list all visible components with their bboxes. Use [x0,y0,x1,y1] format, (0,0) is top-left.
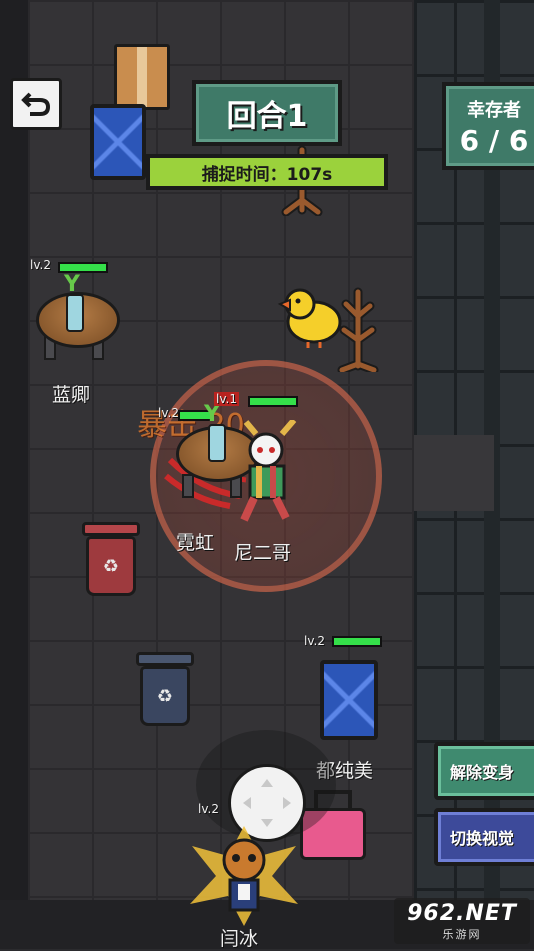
watermark-main-text: 962.NET [407,900,517,926]
health-bar [332,636,382,647]
undisguise-button[interactable]: 解除变身 [434,742,534,800]
recycle-icon: ♻ [86,536,136,596]
trash-bin-blue: ♻ [136,652,194,726]
back-button[interactable] [10,78,62,130]
clown-character [240,420,297,522]
player-level: lv.2 [30,258,51,272]
survivor-count: 6 / 6 [459,124,529,157]
switch-view-button[interactable]: 切换视觉 [434,808,534,866]
round-indicator: 回合1 [192,80,342,146]
player-name-label: 尼二哥 [234,542,292,564]
doorway [414,435,494,511]
duck-prop [277,288,342,348]
player-name-label: 蓝卿 [52,384,91,406]
player-level: lv.2 [198,802,219,816]
player-level: lv.1 [214,392,239,406]
cardboard-box [114,44,170,110]
survivor-label: 幸存者 [467,100,521,121]
recycle-icon: ♻ [140,666,190,726]
health-bar [248,396,298,407]
left-wall [0,0,28,949]
back-arrow-icon [21,92,51,116]
player-level: lv.2 [304,634,325,648]
player-character [190,826,298,926]
watermark-sub-text: 乐游网 [442,927,482,941]
trash-bin-red: ♻ [82,522,140,596]
survivor-panel: 幸存者 6 / 6 [442,82,534,170]
catch-timer: 捕捉时间：107s [146,154,388,190]
blue-panel-prop [90,104,146,180]
player-prop-panel [320,660,378,740]
player-prop-table: lv.2 Y [30,258,124,372]
watermark-logo: 962.NET 乐游网 [394,898,530,944]
player-name-label: 闫冰 [220,928,259,950]
player-name-label: 霓虹 [176,532,215,554]
player-level: lv.2 [158,406,179,420]
